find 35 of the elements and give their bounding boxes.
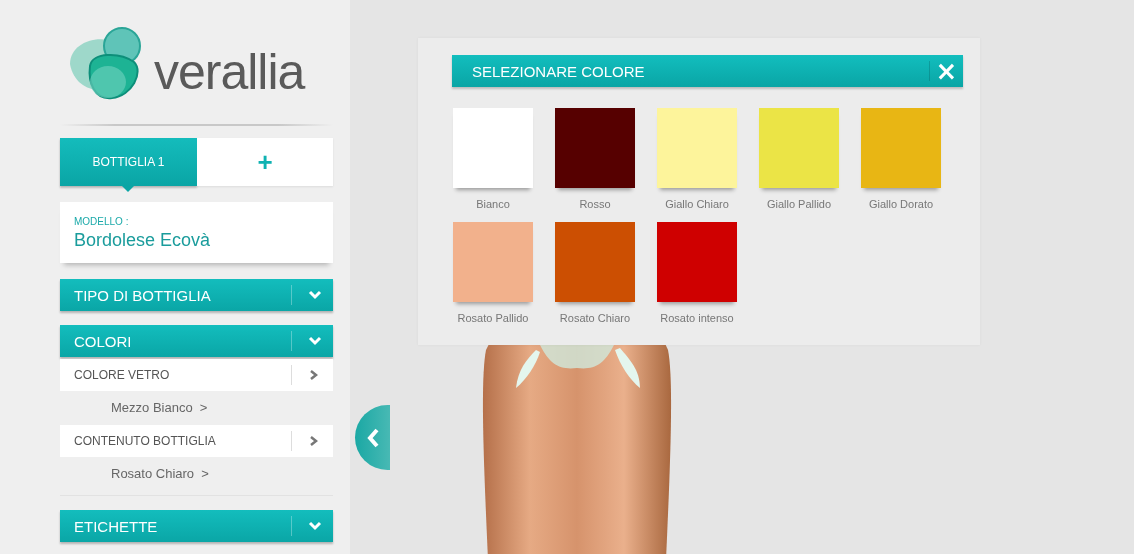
close-button[interactable]: × [930,58,963,84]
swatch-label: Giallo Chiaro [665,198,729,210]
section-header[interactable]: TIPO DI BOTTIGLIA [60,279,333,311]
logo-text: verallia [154,43,305,101]
color-swatch[interactable] [861,108,941,188]
color-swatch[interactable] [453,108,533,188]
swatch-label: Rosso [579,198,611,210]
collapse-panel-button[interactable] [355,405,390,470]
option-row[interactable]: COLORE VETRO [60,359,333,391]
color-swatch[interactable] [657,222,737,302]
swatch-label: Bianco [476,198,510,210]
color-swatch[interactable] [657,108,737,188]
add-bottle-tab[interactable]: + [197,138,333,186]
swatch-label: Rosato Pallido [457,312,529,324]
swatch-label: Giallo Pallido [766,198,832,210]
option-value-link[interactable]: Mezzo Bianco > [60,391,333,423]
color-swatch[interactable] [759,108,839,188]
chevron-down-icon [308,290,322,300]
swatch-label: Giallo Dorato [868,198,934,210]
color-swatch[interactable] [453,222,533,302]
dialog-title: SELEZIONARE COLORE [471,62,646,80]
model-name: Bordolese Ecovà [74,230,212,251]
color-swatch[interactable] [555,222,635,302]
chevron-left-icon [365,426,380,449]
option-row[interactable]: CONTENUTO BOTTIGLIA [60,425,333,457]
section-header[interactable]: ETICHETTE [60,510,333,542]
model-label: MODELLO : [74,216,130,227]
option-value-link[interactable]: Rosato Chiaro > [60,457,333,489]
swatch-label: Rosato intenso [660,312,734,324]
section-header[interactable]: COLORI [60,325,333,357]
chevron-down-icon [308,521,322,531]
tab-pointer-icon [122,186,134,192]
chevron-down-icon [308,336,322,346]
swatch-label: Rosato Chiaro [559,312,631,324]
color-swatch[interactable] [555,108,635,188]
